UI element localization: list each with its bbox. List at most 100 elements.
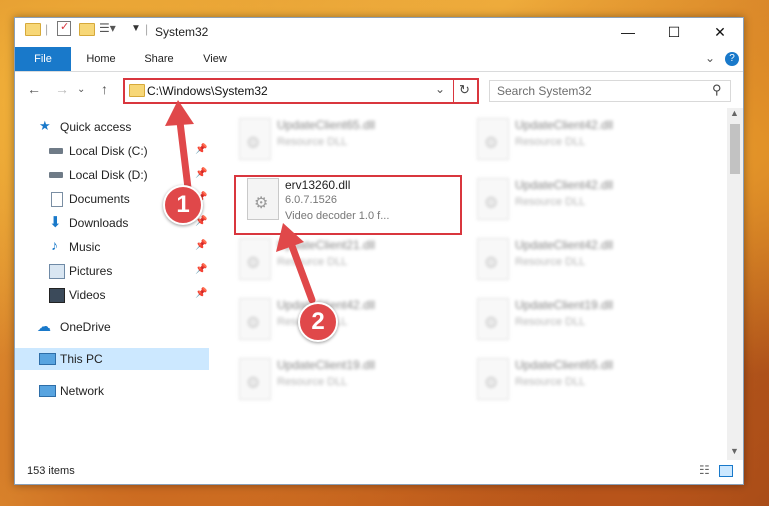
up-button[interactable]: ↑: [101, 81, 108, 97]
folder-icon: [129, 84, 145, 97]
sidebar-item-videos[interactable]: Videos 📌: [15, 284, 209, 306]
file-name: UpdateClient42.dll: [515, 238, 614, 252]
separator: |: [45, 22, 49, 36]
navigation-pane: ★ Quick access Local Disk (C:) 📌 Local D…: [15, 108, 209, 460]
title-bar: | ✓ ☰▾ ▼ | System32 — ☐ ✕: [15, 18, 743, 47]
sidebar-item-music[interactable]: ♪ Music 📌: [15, 236, 209, 258]
file-description: Resource DLL: [515, 256, 586, 268]
refresh-icon[interactable]: ↻: [459, 82, 470, 98]
tab-view[interactable]: View: [193, 47, 237, 71]
search-icon[interactable]: ⚲: [712, 82, 722, 98]
address-bar[interactable]: C:\Windows\System32 ⌄ ↻: [123, 78, 479, 104]
sidebar-item-network[interactable]: Network: [15, 380, 209, 402]
vertical-scrollbar[interactable]: ▲ ▼: [727, 108, 743, 460]
dll-file-icon: [477, 178, 509, 220]
file-description: Resource DLL: [277, 256, 348, 268]
sidebar-item-pictures[interactable]: Pictures 📌: [15, 260, 209, 282]
sidebar-item-onedrive[interactable]: ☁ OneDrive: [15, 316, 209, 338]
dll-file-icon: [477, 118, 509, 160]
file-tile[interactable]: UpdateClient65.dll Resource DLL: [467, 352, 697, 404]
drive-icon: [49, 148, 63, 154]
tiles-view-icon[interactable]: [719, 465, 733, 477]
sidebar-item-label: Local Disk (C:): [69, 144, 148, 158]
file-description: Resource DLL: [515, 376, 586, 388]
file-tile[interactable]: UpdateClient42.dll Resource DLL: [229, 292, 459, 344]
star-icon: ★: [39, 118, 51, 133]
sidebar-item-local-disk-c[interactable]: Local Disk (C:) 📌: [15, 140, 209, 162]
sidebar-item-local-disk-d[interactable]: Local Disk (D:) 📌: [15, 164, 209, 186]
search-box[interactable]: Search System32 ⚲: [489, 80, 731, 102]
pin-icon: 📌: [195, 264, 208, 275]
file-name: UpdateClient19.dll: [277, 358, 376, 372]
dll-file-icon: [477, 238, 509, 280]
network-icon: [39, 385, 56, 397]
file-tile[interactable]: UpdateClient42.dll Resource DLL: [467, 112, 697, 164]
file-tile[interactable]: UpdateClient65.dll Resource DLL: [229, 112, 459, 164]
file-name: UpdateClient42.dll: [515, 118, 614, 132]
sidebar-item-label: Pictures: [69, 264, 113, 278]
address-dropdown-icon[interactable]: ⌄: [435, 82, 445, 96]
film-icon: [49, 288, 65, 303]
tab-file[interactable]: File: [15, 47, 71, 71]
search-input[interactable]: Search System32: [497, 84, 592, 98]
divider: [453, 80, 454, 102]
help-icon[interactable]: ?: [725, 52, 739, 66]
pin-icon: 📌: [195, 168, 208, 179]
sidebar-item-label: Local Disk (D:): [69, 168, 148, 182]
status-bar: 153 items ☷: [15, 460, 743, 484]
music-note-icon: ♪: [51, 237, 58, 253]
file-name: UpdateClient21.dll: [277, 238, 376, 252]
sidebar-item-quick-access[interactable]: ★ Quick access: [15, 116, 209, 138]
picture-icon: [49, 264, 65, 279]
item-count: 153 items: [27, 465, 75, 477]
customize-icon[interactable]: ☰▾: [99, 21, 116, 35]
step-2-badge: 2: [298, 302, 338, 342]
file-description: Resource DLL: [515, 316, 586, 328]
sidebar-item-this-pc[interactable]: This PC: [15, 348, 209, 370]
scroll-down-icon[interactable]: ▼: [730, 446, 739, 456]
sidebar-item-label: Documents: [69, 192, 130, 206]
file-tile[interactable]: UpdateClient42.dll Resource DLL: [467, 172, 697, 224]
expand-ribbon-icon[interactable]: ⌄: [705, 51, 715, 65]
file-tile[interactable]: UpdateClient19.dll Resource DLL: [467, 292, 697, 344]
close-button[interactable]: ✕: [697, 18, 743, 47]
sidebar-item-label: Quick access: [60, 120, 132, 134]
pin-icon: 📌: [195, 288, 208, 299]
file-description: Resource DLL: [277, 376, 348, 388]
checkmark-icon: ✓: [60, 21, 70, 33]
file-tile[interactable]: UpdateClient42.dll Resource DLL: [467, 232, 697, 284]
dll-file-icon: [239, 358, 271, 400]
new-folder-icon[interactable]: [79, 23, 95, 36]
minimize-button[interactable]: —: [605, 18, 651, 47]
file-tile[interactable]: UpdateClient19.dll Resource DLL: [229, 352, 459, 404]
window-title: System32: [155, 25, 209, 39]
file-name: UpdateClient42.dll: [515, 178, 614, 192]
recent-locations-icon[interactable]: ⌄: [77, 84, 85, 95]
scrollbar-thumb[interactable]: [730, 124, 740, 174]
folder-icon: [25, 23, 41, 36]
properties-icon[interactable]: ✓: [57, 21, 71, 36]
sidebar-item-label: OneDrive: [60, 320, 111, 334]
highlight-box: [234, 175, 462, 235]
address-row: ← → ⌄ ↑ C:\Windows\System32 ⌄ ↻ Search S…: [15, 72, 743, 108]
tab-home[interactable]: Home: [77, 47, 125, 71]
pin-icon: 📌: [195, 144, 208, 155]
dll-file-icon: [477, 358, 509, 400]
file-description: Resource DLL: [515, 136, 586, 148]
quick-access-dropdown-icon[interactable]: ▼: [131, 23, 141, 34]
file-description: Resource DLL: [515, 196, 586, 208]
forward-button[interactable]: →: [55, 81, 69, 97]
download-arrow-icon: ⬇: [49, 214, 62, 231]
sidebar-item-label: Downloads: [69, 216, 129, 230]
back-button[interactable]: ←: [27, 81, 41, 97]
file-list: UpdateClient65.dll Resource DLL UpdateCl…: [209, 108, 727, 460]
tab-share[interactable]: Share: [135, 47, 183, 71]
scroll-up-icon[interactable]: ▲: [730, 108, 739, 118]
drive-icon: [49, 172, 63, 178]
dll-file-icon: [239, 298, 271, 340]
dll-file-icon: [477, 298, 509, 340]
maximize-button[interactable]: ☐: [651, 18, 697, 47]
details-view-icon[interactable]: ☷: [699, 463, 710, 477]
sidebar-item-label: Network: [60, 384, 105, 398]
file-tile[interactable]: UpdateClient21.dll Resource DLL: [229, 232, 459, 284]
